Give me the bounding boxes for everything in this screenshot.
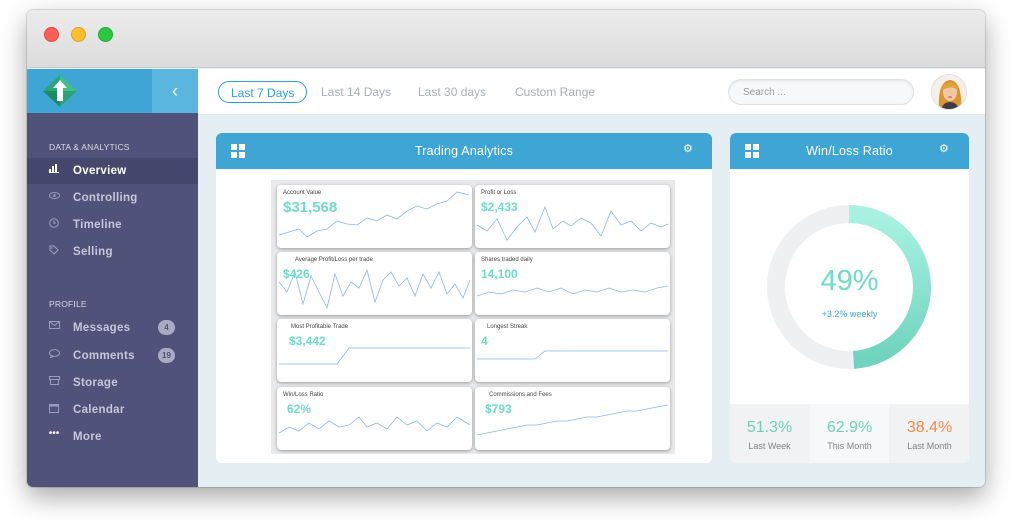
sidebar-item-timeline[interactable]: Timeline (27, 212, 198, 238)
tab-last-7-days[interactable]: Last 7 Days (218, 81, 308, 103)
sidebar-item-label: Timeline (73, 219, 122, 231)
card-value: $793 (485, 402, 512, 416)
tag-icon (47, 245, 61, 258)
tab-last-30-days[interactable]: Last 30 days (418, 81, 486, 103)
sidebar-item-calendar[interactable]: Calendar (27, 397, 198, 423)
card-value: $31,568 (283, 199, 338, 216)
stat-value: 62.9% (826, 419, 873, 436)
brand-header: ‹ (27, 69, 198, 113)
sidebar-item-label: Comments (73, 350, 135, 362)
title-bar (27, 10, 985, 68)
sidebar-item-label: Controlling (73, 192, 138, 204)
card-value: 62% (287, 402, 312, 416)
avatar[interactable] (931, 74, 967, 110)
app-window: ‹ DATA & ANALYTICS Overview Controlling … (27, 10, 985, 487)
card-label: Profit or Loss (481, 190, 517, 196)
card-longest-streak: Longest Streak 4 (475, 319, 670, 382)
card-value: $3,442 (289, 334, 326, 348)
maximize-window-button[interactable] (98, 27, 113, 42)
card-account-value: Account Value $31,568 (277, 185, 472, 248)
section-label-profile: PROFILE (49, 299, 87, 309)
card-value: $2,433 (481, 200, 518, 214)
card-profit-or-loss: Profit or Loss $2,433 (475, 185, 670, 248)
stat-last-month: 38.4% Last Month (890, 404, 969, 463)
tab-last-14-days[interactable]: Last 14 Days (321, 81, 391, 103)
card-value: $426 (283, 267, 310, 281)
gear-icon[interactable]: ⚙ (939, 142, 949, 155)
gear-icon[interactable]: ⚙ (683, 142, 693, 155)
speech-bubble-icon (47, 349, 61, 361)
calendar-icon (47, 403, 61, 416)
weekly-change: +3.2% weekly (821, 309, 878, 319)
sidebar-item-controlling[interactable]: Controlling (27, 185, 198, 211)
trading-analytics-image: Account Value $31,568 Profit or Loss $2,… (271, 180, 675, 454)
tab-custom-range[interactable]: Custom Range (515, 81, 595, 103)
card-label: Longest Streak (487, 324, 528, 330)
messages-count-badge: 4 (158, 320, 175, 335)
bar-chart-icon (47, 164, 61, 176)
card-label: Commissions and Fees (489, 392, 552, 398)
box-icon (47, 376, 61, 388)
sidebar-item-label: Messages (73, 322, 131, 334)
stat-label: Last Month (907, 441, 952, 451)
sidebar-item-label: Overview (73, 165, 127, 177)
sidebar-item-more[interactable]: ••• More (27, 424, 198, 450)
panel-header: Trading Analytics ⚙ (216, 133, 712, 169)
sidebar-item-storage[interactable]: Storage (27, 370, 198, 396)
close-window-button[interactable] (44, 27, 59, 42)
win-loss-percent: 49% (820, 265, 879, 297)
sidebar-item-label: Storage (73, 377, 118, 389)
collapse-sidebar-button[interactable]: ‹ (152, 69, 198, 113)
card-label: Most Profitable Trade (291, 324, 349, 330)
win-loss-panel: Win/Loss Ratio ⚙ 49% +3.2% weekly 51.3% … (730, 133, 969, 463)
panel-title: Trading Analytics (414, 144, 514, 158)
card-label: Average Profit/Loss per trade (295, 257, 373, 263)
card-value: 14,100 (481, 267, 518, 281)
eye-icon (47, 191, 61, 202)
card-label: Win/Loss Ratio (283, 392, 324, 398)
card-commissions-fees: Commissions and Fees $793 (475, 387, 670, 450)
sidebar-item-messages[interactable]: Messages 4 (27, 315, 198, 341)
card-label: Shares traded daily (481, 257, 533, 263)
win-loss-donut: 49% +3.2% weekly (730, 169, 969, 404)
sidebar-item-label: More (73, 431, 102, 443)
stat-label: Last Week (748, 441, 791, 451)
envelope-icon (47, 321, 61, 332)
minimize-window-button[interactable] (71, 27, 86, 42)
search-input[interactable] (728, 79, 914, 105)
stat-value: 51.3% (746, 419, 793, 436)
comments-count-badge: 19 (158, 348, 175, 363)
panel-header: Win/Loss Ratio ⚙ (730, 133, 969, 169)
card-shares-traded: Shares traded daily 14,100 (475, 252, 670, 315)
card-label: Account Value (283, 190, 322, 196)
stat-value: 38.4% (906, 419, 953, 436)
stat-last-week: 51.3% Last Week (730, 404, 809, 463)
panel-title: Win/Loss Ratio (806, 144, 893, 158)
logo-icon (43, 75, 77, 107)
win-loss-stats: 51.3% Last Week 62.9% This Month 38.4% L… (730, 404, 969, 463)
top-bar: Last 7 Days Last 14 Days Last 30 days Cu… (198, 69, 985, 115)
sidebar-item-label: Calendar (73, 404, 125, 416)
section-label-data-analytics: DATA & ANALYTICS (49, 142, 130, 152)
sidebar: ‹ DATA & ANALYTICS Overview Controlling … (27, 69, 198, 487)
stat-label: This Month (827, 441, 872, 451)
sidebar-item-overview[interactable]: Overview (27, 158, 198, 184)
ellipsis-icon: ••• (48, 428, 60, 439)
chevron-left-icon: ‹ (172, 81, 178, 101)
trading-analytics-panel: Trading Analytics ⚙ Account Value $31,56… (216, 133, 712, 463)
clock-icon (47, 218, 61, 231)
sidebar-item-label: Selling (73, 246, 113, 258)
stat-this-month: 62.9% This Month (810, 404, 889, 463)
sidebar-item-comments[interactable]: Comments 19 (27, 343, 198, 369)
card-value: 4 (481, 334, 488, 348)
sidebar-item-selling[interactable]: Selling (27, 239, 198, 265)
card-win-loss-ratio: Win/Loss Ratio 62% (277, 387, 472, 450)
card-most-profitable-trade: Most Profitable Trade $3,442 (277, 319, 472, 382)
card-average-profit-loss: Average Profit/Loss per trade $426 (277, 252, 472, 315)
